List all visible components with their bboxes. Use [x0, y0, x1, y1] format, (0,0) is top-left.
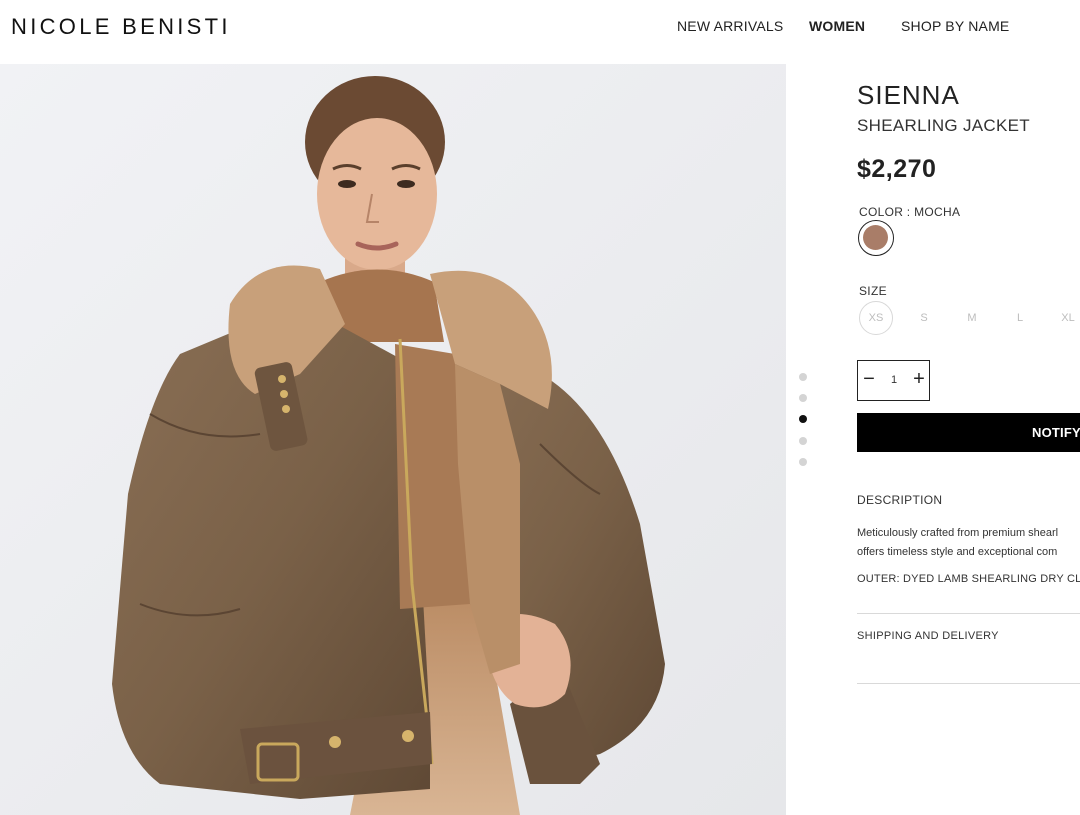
color-label: COLOR : MOCHA [859, 205, 961, 219]
carousel-dot-active[interactable] [799, 415, 807, 423]
notify-button-label: NOTIFY [1032, 425, 1080, 440]
nav-new-arrivals[interactable]: NEW ARRIVALS [677, 18, 783, 34]
product-subtitle: SHEARLING JACKET [857, 116, 1030, 135]
product-price: $2,270 [857, 155, 937, 183]
quantity-decrease-button[interactable]: − [861, 369, 877, 391]
carousel-dot[interactable] [799, 437, 807, 445]
nav-women[interactable]: WOMEN [809, 18, 865, 34]
shipping-delivery-accordion[interactable]: SHIPPING AND DELIVERY [857, 630, 999, 642]
product-name: SIENNA [857, 80, 960, 110]
product-image[interactable] [0, 64, 786, 815]
description-line: Meticulously crafted from premium shearl [857, 527, 1059, 539]
jacket-model-illustration [0, 64, 786, 815]
size-option-xl[interactable]: XL [1051, 301, 1080, 335]
nav-shop-by-name[interactable]: SHOP BY NAME [901, 18, 1009, 34]
divider [857, 683, 1080, 684]
carousel-dot[interactable] [799, 458, 807, 466]
quantity-increase-button[interactable]: + [911, 369, 927, 391]
size-option-m[interactable]: M [955, 301, 989, 335]
brand-logo[interactable]: NICOLE BENISTI [11, 14, 231, 40]
size-option-s[interactable]: S [907, 301, 941, 335]
size-option-l[interactable]: L [1003, 301, 1037, 335]
carousel-dot[interactable] [799, 373, 807, 381]
size-option-xs[interactable]: XS [859, 301, 893, 335]
description-heading[interactable]: DESCRIPTION [857, 493, 942, 507]
description-text: Meticulously crafted from premium shearl… [857, 524, 1080, 562]
notify-button[interactable]: NOTIFY [857, 413, 1080, 452]
quantity-value[interactable]: 1 [888, 374, 900, 386]
carousel-dot[interactable] [799, 394, 807, 402]
divider [857, 613, 1080, 614]
description-line: offers timeless style and exceptional co… [857, 546, 1058, 558]
outer-material: OUTER: DYED LAMB SHEARLING DRY CLE [857, 573, 1080, 585]
size-label: SIZE [859, 284, 887, 298]
quantity-stepper: − 1 + [857, 360, 930, 401]
site-header: NICOLE BENISTI NEW ARRIVALS WOMEN SHOP B… [0, 0, 1080, 64]
color-swatch-fill [863, 225, 888, 250]
color-swatch-mocha[interactable] [858, 220, 894, 256]
